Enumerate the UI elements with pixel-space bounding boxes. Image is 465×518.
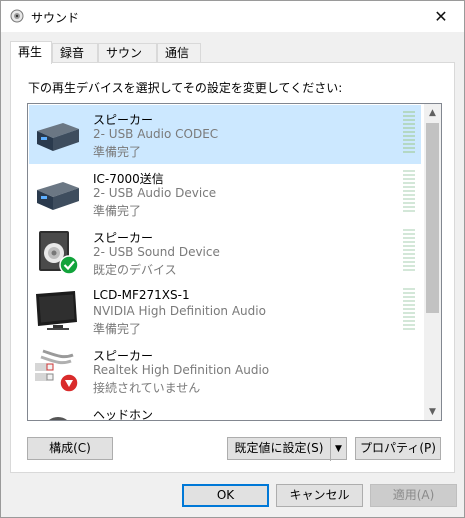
- device-item[interactable]: LCD-MF271XS-1 NVIDIA High Definition Aud…: [29, 282, 421, 341]
- close-button[interactable]: ✕: [418, 1, 464, 32]
- level-meter: [403, 229, 415, 273]
- level-meter: [403, 111, 415, 155]
- device-driver: 2- USB Audio Device: [93, 186, 217, 200]
- speaker-default-icon: [39, 231, 79, 275]
- device-status: 接続されていません: [93, 381, 201, 395]
- device-name: IC-7000送信: [93, 172, 164, 186]
- device-name: スピーカー: [93, 113, 154, 127]
- device-driver: 2- USB Sound Device: [93, 245, 220, 259]
- rca-cable-disconnected-icon: [35, 349, 79, 393]
- device-status: 既定のデバイス: [93, 263, 177, 277]
- usb-audio-box-icon: [37, 182, 79, 210]
- sound-dialog: サウンド ✕ 再生 録音 サウンド 通信 下の再生デバイスを選択してその設定を変…: [0, 0, 465, 518]
- device-status: 準備完了: [93, 204, 142, 218]
- device-status: 準備完了: [93, 322, 142, 336]
- dropdown-arrow-icon[interactable]: ▼: [330, 438, 346, 461]
- tab-sounds[interactable]: サウンド: [98, 43, 157, 79]
- device-name: スピーカー: [93, 231, 154, 245]
- device-item[interactable]: ヘッドホン: [29, 400, 421, 421]
- title-bar: サウンド ✕: [1, 1, 464, 32]
- device-driver: NVIDIA High Definition Audio: [93, 304, 266, 318]
- device-item[interactable]: スピーカー 2- USB Audio CODEC 準備完了: [29, 105, 421, 164]
- tab-playback[interactable]: 再生: [10, 41, 52, 64]
- device-item[interactable]: スピーカー Realtek High Definition Audio 接続され…: [29, 341, 421, 400]
- device-item[interactable]: スピーカー 2- USB Sound Device 既定のデバイス: [29, 223, 421, 282]
- instruction-text: 下の再生デバイスを選択してその設定を変更してください:: [28, 81, 343, 95]
- tab-recording[interactable]: 録音: [52, 43, 98, 62]
- device-list-scrollbar[interactable]: ▲ ▼: [424, 104, 441, 420]
- scroll-down-icon[interactable]: ▼: [424, 403, 441, 420]
- properties-button[interactable]: プロパティ(P): [355, 437, 441, 460]
- set-default-button[interactable]: 既定値に設定(S) ▼: [227, 437, 347, 461]
- device-list: スピーカー 2- USB Audio CODEC 準備完了 IC-7000送信 …: [27, 103, 442, 421]
- close-icon: ✕: [434, 7, 448, 26]
- configure-button[interactable]: 構成(C): [27, 437, 113, 460]
- device-driver: 2- USB Audio CODEC: [93, 127, 219, 141]
- cancel-button[interactable]: キャンセル: [276, 484, 363, 507]
- headphones-icon: [49, 417, 67, 420]
- device-driver: Realtek High Definition Audio: [93, 363, 270, 377]
- level-meter: [403, 288, 415, 332]
- device-status: 準備完了: [93, 145, 142, 159]
- device-name: LCD-MF271XS-1: [93, 288, 190, 302]
- speaker-app-icon: [10, 9, 24, 23]
- apply-button: 適用(A): [370, 484, 457, 507]
- device-item[interactable]: IC-7000送信 2- USB Audio Device 準備完了: [29, 164, 421, 223]
- monitor-icon: [36, 291, 77, 330]
- tab-communications[interactable]: 通信: [157, 43, 201, 62]
- window-title: サウンド: [31, 11, 80, 25]
- ok-button[interactable]: OK: [182, 484, 269, 507]
- scrollbar-thumb[interactable]: [426, 123, 439, 313]
- level-meter: [403, 170, 415, 214]
- device-name: ヘッドホン: [93, 408, 154, 421]
- usb-audio-box-icon: [37, 123, 79, 151]
- scroll-up-icon[interactable]: ▲: [424, 104, 441, 121]
- set-default-label: 既定値に設定(S): [234, 441, 324, 455]
- device-name: スピーカー: [93, 349, 154, 363]
- playback-panel: 下の再生デバイスを選択してその設定を変更してください: スピーカー 2- USB…: [10, 62, 455, 473]
